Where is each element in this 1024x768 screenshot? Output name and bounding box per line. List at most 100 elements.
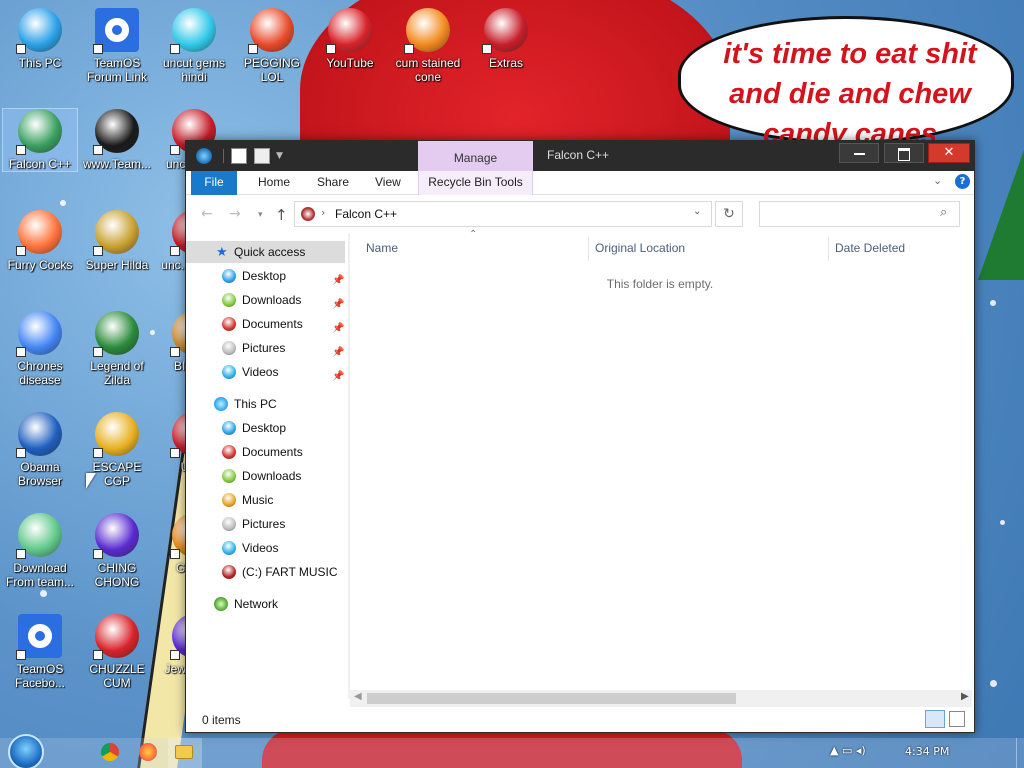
desktop-icon-label: YouTube <box>326 56 374 70</box>
forward-arrow-icon[interactable]: → <box>229 206 241 222</box>
desktop-icon[interactable]: Falcon C++ <box>2 108 78 172</box>
desktop-icon[interactable]: cum stained cone <box>391 8 465 84</box>
desktop-icon[interactable]: CHING CHONG <box>80 513 154 589</box>
nav-quick-access[interactable]: ★ Quick access <box>186 241 345 263</box>
title-bar[interactable]: ▼ Manage Falcon C++ <box>186 141 974 171</box>
nav-item-documents[interactable]: Documents 📌 <box>222 313 346 335</box>
obama-logo-icon <box>16 412 62 458</box>
desktop-icon[interactable]: Chrones disease <box>3 311 77 387</box>
refresh-button[interactable]: ↻ <box>715 201 743 227</box>
pin-icon[interactable]: 📌 <box>332 294 344 310</box>
desktop-icon[interactable]: This PC <box>3 8 77 70</box>
nav-item-c-fart-music[interactable]: (C:) FART MUSIC <box>222 561 346 583</box>
shortcut-arrow-icon <box>404 44 414 54</box>
minimize-button[interactable] <box>839 143 879 163</box>
nav-item-videos[interactable]: Videos <box>222 537 346 559</box>
tab-manage[interactable]: Manage <box>418 141 533 171</box>
details-view-icon[interactable] <box>925 710 945 728</box>
desktop-icon[interactable]: PEGGING LOL <box>235 8 309 84</box>
pin-icon[interactable]: 📌 <box>332 270 344 286</box>
chrome-icon[interactable] <box>101 743 119 761</box>
scroll-left-arrow-icon[interactable]: ◀ <box>354 691 362 702</box>
column-divider[interactable] <box>828 237 829 261</box>
tab-file[interactable]: File <box>191 171 237 195</box>
new-folder-icon[interactable] <box>254 148 270 164</box>
up-arrow-icon[interactable]: ↑ <box>275 206 288 224</box>
desktop-icon-label: Super Hilda <box>85 258 149 272</box>
firefox-icon[interactable] <box>139 743 157 761</box>
desktop-icon[interactable]: Download From team... <box>3 513 77 589</box>
scroll-right-arrow-icon[interactable]: ▶ <box>961 691 969 702</box>
desktop-icon[interactable]: Obama Browser <box>3 412 77 488</box>
shortcut-arrow-icon <box>93 347 103 357</box>
start-button[interactable] <box>8 734 44 768</box>
recycle-bin-location-icon <box>301 207 315 221</box>
shortcut-arrow-icon <box>16 145 26 155</box>
shortcut-arrow-icon <box>93 44 103 54</box>
shortcut-arrow-icon <box>170 549 180 559</box>
search-icon[interactable]: ⌕ <box>940 205 947 220</box>
tab-share[interactable]: Share <box>317 171 349 195</box>
nav-item-label: Downloads <box>242 293 302 307</box>
tab-home[interactable]: Home <box>258 171 290 195</box>
nav-item-documents[interactable]: Documents <box>222 441 346 463</box>
recent-locations-chevron-icon[interactable]: ▾ <box>258 210 263 220</box>
scrollbar-thumb[interactable] <box>367 693 736 704</box>
desktop-icon-label: CHUZZLE CUM <box>89 662 145 690</box>
help-icon[interactable]: ? <box>955 174 970 189</box>
desktop-icon[interactable]: Super Hilda <box>80 210 154 272</box>
nav-item-desktop[interactable]: Desktop 📌 <box>222 265 346 287</box>
desktop-icon[interactable]: YouTube <box>313 8 387 70</box>
nav-item-downloads[interactable]: Downloads 📌 <box>222 289 346 311</box>
address-bar[interactable]: › Falcon C++ ⌄ <box>294 201 712 227</box>
nav-item-downloads[interactable]: Downloads <box>222 465 346 487</box>
recycle-bin-app-icon[interactable] <box>196 148 212 164</box>
nav-item-videos[interactable]: Videos 📌 <box>222 361 346 383</box>
tab-recycle-bin-tools[interactable]: Recycle Bin Tools <box>418 171 533 195</box>
desktop-icon[interactable]: www.Team... <box>80 109 154 171</box>
pin-icon[interactable]: 📌 <box>332 342 344 358</box>
nav-item-pictures[interactable]: Pictures <box>222 513 346 535</box>
expand-ribbon-chevron-icon[interactable]: ⌄ <box>933 174 942 187</box>
tab-view[interactable]: View <box>375 171 401 195</box>
qat-chevron-down-icon[interactable]: ▼ <box>276 151 288 167</box>
tray-clock[interactable]: 4:34 PM <box>905 745 949 758</box>
nav-item-label: Network <box>234 597 279 611</box>
properties-icon[interactable] <box>231 148 247 164</box>
shortcut-arrow-icon <box>16 246 26 256</box>
desktop-icon[interactable]: CHUZZLE CUM <box>80 614 154 690</box>
column-divider[interactable] <box>588 237 589 261</box>
show-desktop-button[interactable] <box>1016 738 1024 768</box>
desktop-icon[interactable]: Extras <box>469 8 543 70</box>
nav-item-music[interactable]: Music <box>222 489 346 511</box>
file-explorer-window[interactable]: ▼ Manage Falcon C++ File Home Share View… <box>185 140 975 733</box>
breadcrumb-separator-icon[interactable]: › <box>321 206 325 219</box>
maximize-button[interactable] <box>884 143 924 163</box>
nav-this-pc[interactable]: This PC <box>214 393 344 415</box>
desktop-icon[interactable]: uncut gems hindi <box>157 8 231 84</box>
horizontal-scrollbar[interactable]: ◀ ▶ <box>350 690 972 707</box>
shortcut-arrow-icon <box>93 549 103 559</box>
pin-icon[interactable]: 📌 <box>332 318 344 334</box>
desktop-icon[interactable]: TeamOS Forum Link <box>80 8 154 84</box>
desktop-icon[interactable]: Legend of Zilda <box>80 311 154 387</box>
pin-icon[interactable]: 📌 <box>332 366 344 382</box>
back-arrow-icon[interactable]: ← <box>201 206 213 222</box>
file-list-area[interactable]: ⌃ Name Original Location Date Deleted Th… <box>350 229 974 699</box>
large-icons-view-icon[interactable] <box>949 711 965 727</box>
desktop-icon[interactable]: TeamOS Facebo... <box>3 614 77 690</box>
close-button[interactable] <box>928 143 970 163</box>
system-tray-icons[interactable]: ▲ ▭ ◂) <box>830 744 866 757</box>
search-input[interactable]: ⌕ <box>759 201 960 227</box>
file-explorer-icon[interactable] <box>175 745 193 759</box>
column-header-original-location[interactable]: Original Location <box>595 241 685 255</box>
nav-network[interactable]: Network <box>214 593 344 615</box>
nav-item-label: Videos <box>242 365 279 379</box>
breadcrumb-location[interactable]: Falcon C++ <box>335 207 397 221</box>
address-dropdown-chevron-icon[interactable]: ⌄ <box>693 206 701 217</box>
desktop-icon[interactable]: Furry Cocks <box>3 210 77 272</box>
column-header-date-deleted[interactable]: Date Deleted <box>835 241 905 255</box>
nav-item-pictures[interactable]: Pictures 📌 <box>222 337 346 359</box>
column-header-name[interactable]: Name <box>366 241 398 255</box>
nav-item-desktop[interactable]: Desktop <box>222 417 346 439</box>
